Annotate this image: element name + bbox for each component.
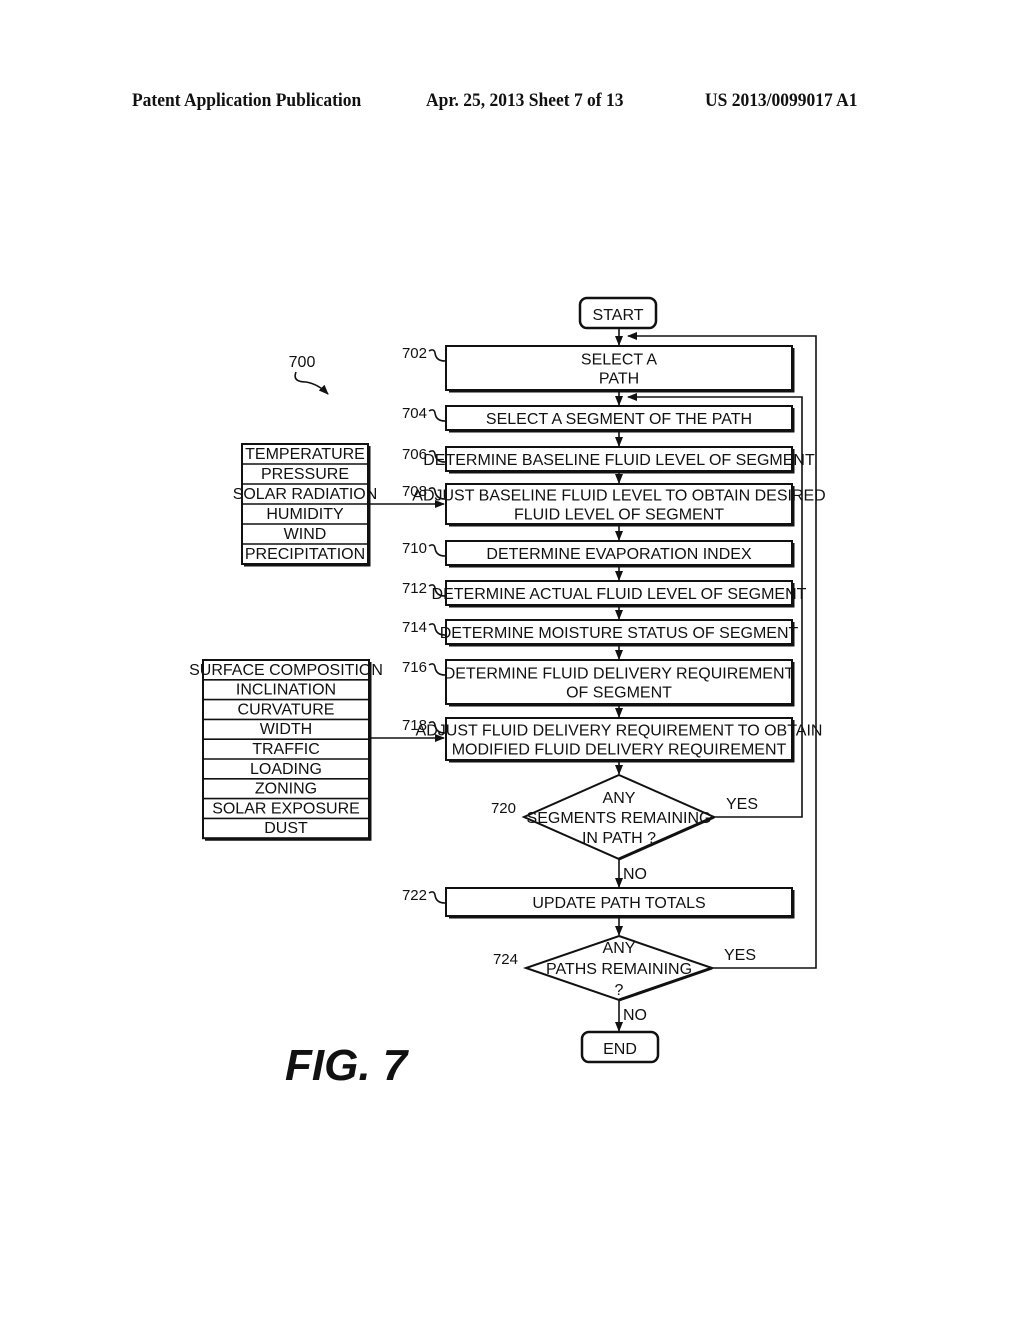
- surface-factors-table: SURFACE COMPOSITION INCLINATION CURVATURE W…: [189, 659, 383, 841]
- decision-no-label: NO: [623, 1007, 647, 1024]
- process-step-708: ADJUST BASELINE FLUID LEVEL TO OBTAIN DE…: [402, 483, 826, 527]
- step-text: DETERMINE ACTUAL FLUID LEVEL OF SEGMENT: [432, 586, 807, 603]
- decision-ref-number: 724: [493, 951, 518, 968]
- process-step-716: DETERMINE FLUID DELIVERY REQUIREMENT OF S…: [402, 659, 795, 707]
- factor-item: SOLAR EXPOSURE: [212, 800, 360, 817]
- factor-item: ZONING: [255, 781, 317, 798]
- step-ref-number: 710: [402, 540, 427, 557]
- factor-item: WIDTH: [260, 721, 312, 738]
- step-ref-number: 722: [402, 887, 427, 904]
- factor-item: SURFACE COMPOSITION: [189, 662, 383, 679]
- step-text: DETERMINE MOISTURE STATUS OF SEGMENT: [440, 625, 799, 642]
- figure-label: FIG. 7: [285, 1041, 410, 1090]
- step-ref-number: 708: [402, 483, 427, 500]
- factor-item: SOLAR RADIATION: [233, 486, 378, 503]
- step-text: DETERMINE FLUID DELIVERY REQUIREMENT: [444, 666, 795, 683]
- figure-ref-700: 700: [289, 354, 316, 371]
- factor-item: HUMIDITY: [266, 506, 344, 523]
- step-text: DETERMINE BASELINE FLUID LEVEL OF SEGMEN…: [423, 452, 815, 469]
- step-text: SELECT A: [581, 352, 658, 369]
- decision-no-label: NO: [623, 866, 647, 883]
- process-step-712: DETERMINE ACTUAL FLUID LEVEL OF SEGMENT 7…: [402, 580, 807, 608]
- end-terminal: END: [580, 1030, 660, 1064]
- decision-text: PATHS REMAINING: [546, 961, 692, 978]
- decision-yes-label: YES: [726, 796, 758, 813]
- factor-item: TEMPERATURE: [245, 446, 365, 463]
- decision-ref-number: 720: [491, 800, 516, 817]
- ref-leader: [428, 663, 446, 676]
- ref-leader: [428, 544, 446, 557]
- svg-text:START: START: [593, 307, 644, 324]
- process-step-718: ADJUST FLUID DELIVERY REQUIREMENT TO OBT…: [402, 717, 823, 763]
- figure-ref-arrow: [294, 371, 329, 395]
- step-text: ADJUST BASELINE FLUID LEVEL TO OBTAIN DE…: [412, 488, 825, 505]
- step-ref-number: 712: [402, 580, 427, 597]
- factor-item: DUST: [264, 820, 308, 837]
- step-ref-number: 718: [402, 717, 427, 734]
- decision-text: SEGMENTS REMAINING: [527, 810, 712, 827]
- process-step-702: SELECT A PATH 702: [402, 345, 795, 393]
- start-terminal: START: [578, 296, 658, 330]
- step-text: DETERMINE EVAPORATION INDEX: [486, 546, 752, 563]
- factor-item: CURVATURE: [238, 701, 335, 718]
- step-text: FLUID LEVEL OF SEGMENT: [514, 507, 724, 524]
- step-text: PATH: [599, 371, 639, 388]
- process-step-706: DETERMINE BASELINE FLUID LEVEL OF SEGMEN…: [402, 446, 815, 474]
- step-ref-number: 704: [402, 405, 427, 422]
- step-ref-number: 716: [402, 659, 427, 676]
- ref-leader: [428, 349, 446, 362]
- factor-item: PRECIPITATION: [245, 546, 365, 563]
- step-ref-number: 706: [402, 446, 427, 463]
- ref-leader: [428, 891, 446, 904]
- process-step-722: UPDATE PATH TOTALS 722: [402, 887, 795, 919]
- factor-item: INCLINATION: [236, 682, 336, 699]
- decision-text: ?: [615, 982, 624, 999]
- decision-724: ANY PATHS REMAINING? 724 YES NO: [493, 934, 756, 1024]
- decision-text: IN PATH ?: [582, 830, 656, 847]
- ref-leader: [428, 409, 446, 422]
- decision-text: ANY: [603, 940, 636, 957]
- factor-item: WIND: [284, 526, 327, 543]
- step-text: MODIFIED FLUID DELIVERY REQUIREMENT: [452, 742, 787, 759]
- svg-text:END: END: [603, 1041, 637, 1058]
- factor-item: LOADING: [250, 761, 322, 778]
- process-step-714: DETERMINE MOISTURE STATUS OF SEGMENT 714: [402, 619, 799, 647]
- step-text: SELECT A SEGMENT OF THE PATH: [486, 411, 752, 428]
- step-ref-number: 702: [402, 345, 427, 362]
- step-text: ADJUST FLUID DELIVERY REQUIREMENT TO OBT…: [416, 723, 823, 740]
- decision-yes-label: YES: [724, 947, 756, 964]
- factor-item: TRAFFIC: [252, 741, 320, 758]
- step-text: UPDATE PATH TOTALS: [532, 895, 705, 912]
- step-text: OF SEGMENT: [566, 685, 672, 702]
- process-step-704: SELECT A SEGMENT OF THE PATH 704: [402, 405, 795, 433]
- flowchart-diagram: 700 START SELECT A PATH 702 SELECT A SEGMEN…: [189, 296, 826, 1090]
- step-ref-number: 714: [402, 619, 427, 636]
- decision-text: ANY: [603, 790, 636, 807]
- decision-720: ANY SEGMENTS REMAINING IN PATH ? 720 YES NO: [491, 773, 758, 883]
- weather-factors-table: TEMPERATURE PRESSURE SOLAR RADIATION HUMIDI…: [233, 443, 378, 567]
- process-step-710: DETERMINE EVAPORATION INDEX 710: [402, 540, 795, 568]
- factor-item: PRESSURE: [261, 466, 349, 483]
